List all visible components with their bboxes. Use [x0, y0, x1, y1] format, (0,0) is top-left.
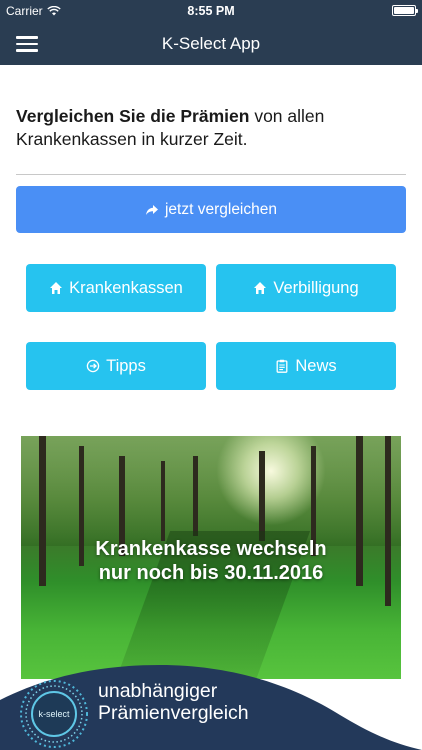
nav-bar: K-Select App: [0, 22, 422, 65]
verbilligung-button[interactable]: Verbilligung: [216, 264, 396, 312]
news-button-label: News: [295, 356, 337, 375]
banner-line-1: Krankenkasse wechseln: [95, 538, 327, 560]
app-header: Carrier 8:55 PM K-Select App: [0, 0, 422, 65]
compare-button-label: jetzt vergleichen: [164, 200, 277, 218]
home-icon: [50, 282, 63, 294]
footer-line-1: unabhängiger: [98, 680, 218, 702]
promo-banner[interactable]: Krankenkasse wechseln nur noch bis 30.11…: [21, 436, 401, 679]
banner-line-2: nur noch bis 30.11.2016: [98, 562, 324, 584]
brand-footer: k-select unabhängiger Prämienvergleich: [0, 655, 422, 750]
logo-text: k-select: [38, 709, 70, 719]
krankenkassen-button[interactable]: Krankenkassen: [26, 264, 206, 312]
k-select-logo: k-select: [17, 677, 91, 750]
battery-icon: [392, 5, 418, 16]
news-button[interactable]: News: [216, 342, 396, 390]
footer-tagline: unabhängiger Prämienvergleich: [98, 680, 249, 724]
banner-headline: Krankenkasse wechseln nur noch bis 30.11…: [21, 537, 401, 585]
app-title: K-Select App: [161, 34, 261, 53]
clipboard-icon: [276, 359, 288, 373]
arrow-circle-icon: [86, 359, 100, 373]
status-time: 8:55 PM: [187, 4, 235, 18]
intro-text: Vergleichen Sie die Prämien von allen Kr…: [16, 105, 406, 151]
compare-button[interactable]: jetzt vergleichen: [16, 186, 406, 233]
footer-line-2: Prämienvergleich: [98, 702, 249, 724]
verbilligung-button-label: Verbilligung: [273, 278, 359, 297]
tipps-button[interactable]: Tipps: [26, 342, 206, 390]
krankenkassen-button-label: Krankenkassen: [69, 278, 183, 297]
home-icon: [254, 282, 267, 294]
status-bar: Carrier 8:55 PM: [0, 0, 422, 22]
tipps-button-label: Tipps: [106, 356, 146, 375]
intro-bold: Vergleichen Sie die Prämien: [16, 106, 250, 126]
main-content: Vergleichen Sie die Prämien von allen Kr…: [0, 65, 422, 750]
divider: [16, 174, 406, 175]
share-arrow-icon: [145, 204, 158, 215]
